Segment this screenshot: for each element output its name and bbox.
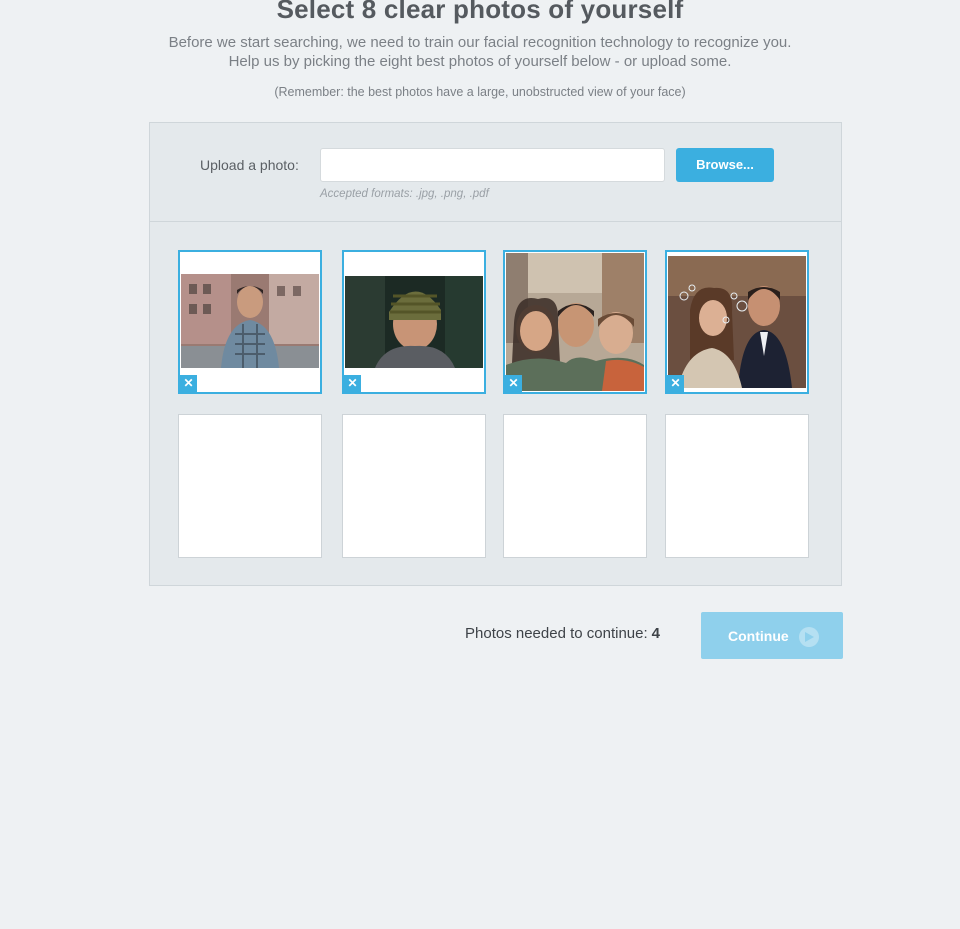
photos-needed-status: Photos needed to continue: 4 (465, 625, 660, 642)
accepted-formats: Accepted formats: .jpg, .png, .pdf (320, 188, 489, 200)
upload-input[interactable] (320, 148, 665, 182)
intro-line-2: Help us by picking the eight best photos… (228, 53, 732, 70)
intro-line-1: Before we start searching, we need to tr… (168, 34, 792, 51)
photo-man-beanie (345, 276, 483, 368)
remove-photo-2-close-icon[interactable]: ✕ (344, 375, 361, 392)
remove-photo-3-close-icon[interactable]: ✕ (505, 375, 522, 392)
arrow-right-icon (799, 627, 819, 647)
photo-tile-4[interactable]: ✕ (665, 250, 809, 394)
intro-text: Before we start searching, we need to tr… (0, 33, 960, 71)
photo-tile-2[interactable]: ✕ (342, 250, 486, 394)
photo-friends-selfie (506, 253, 644, 391)
reminder-text: (Remember: the best photos have a large,… (274, 85, 686, 99)
continue-label: Continue (728, 628, 789, 644)
photo-tile-3[interactable]: ✕ (503, 250, 647, 394)
upload-label: Upload a photo: (200, 157, 299, 173)
page-title: Select 8 clear photos of yourself (276, 0, 684, 24)
remove-photo-4-close-icon[interactable]: ✕ (667, 375, 684, 392)
photos-needed-label: Photos needed to continue: (465, 625, 648, 642)
photo-man-street (181, 274, 319, 368)
browse-button[interactable]: Browse... (676, 148, 774, 182)
photo-selection-panel: Upload a photo: Browse... Accepted forma… (149, 122, 842, 586)
photo-slot-empty-8[interactable] (665, 414, 809, 558)
photo-tile-1[interactable]: ✕ (178, 250, 322, 394)
upload-row: Upload a photo: Browse... Accepted forma… (150, 123, 841, 222)
photos-needed-count: 4 (651, 625, 660, 642)
photo-slot-empty-6[interactable] (342, 414, 486, 558)
remove-photo-1-close-icon[interactable]: ✕ (180, 375, 197, 392)
photo-slot-empty-7[interactable] (503, 414, 647, 558)
photo-couple-bubbles (668, 256, 806, 388)
continue-button[interactable]: Continue (701, 612, 843, 659)
photo-slot-empty-5[interactable] (178, 414, 322, 558)
